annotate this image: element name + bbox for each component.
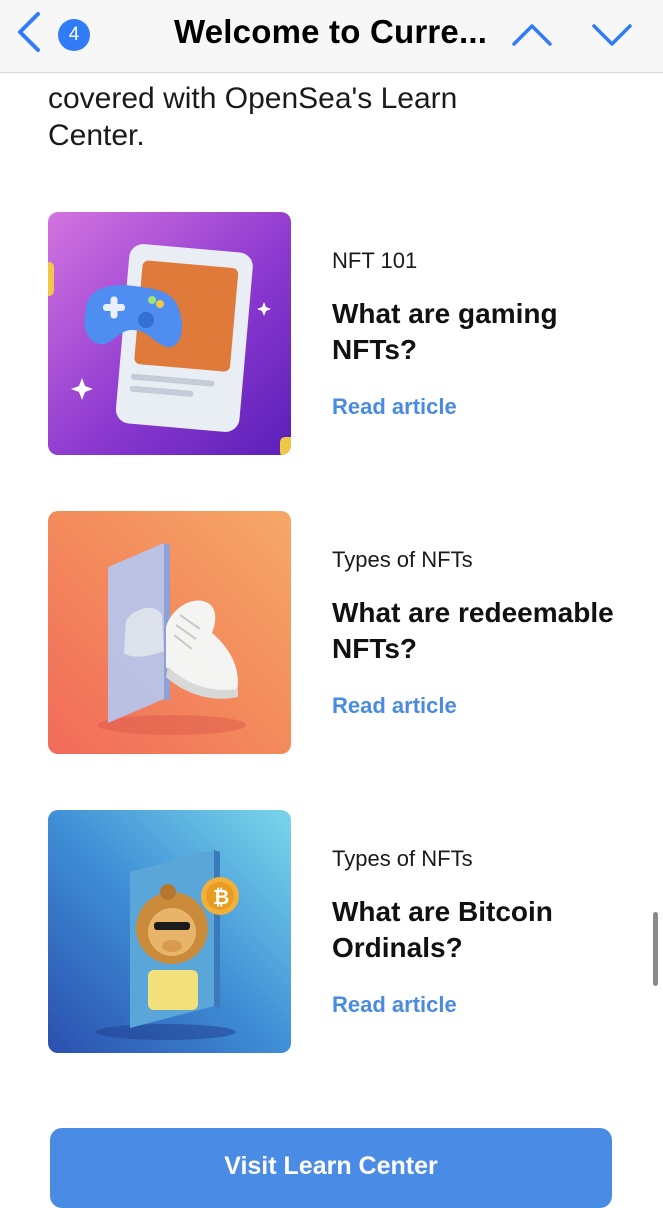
visit-learn-center-button[interactable]: Visit Learn Center — [50, 1128, 612, 1208]
chevron-left-icon — [18, 12, 40, 52]
read-article-link[interactable]: Read article — [332, 992, 457, 1018]
gaming-controller-card-icon[interactable] — [48, 212, 291, 455]
article-category: NFT 101 — [332, 248, 418, 273]
read-article-link[interactable]: Read article — [332, 693, 457, 719]
next-message-button[interactable] — [590, 20, 634, 50]
article-card[interactable]: Types of NFTs What are redeemable NFTs? … — [48, 511, 628, 755]
article-card[interactable]: ₿ Types of NFTs What are Bitcoin Ordinal… — [48, 810, 628, 1054]
article-title[interactable]: What are redeemable NFTs? — [332, 595, 632, 667]
svg-text:₿: ₿ — [213, 885, 229, 909]
previous-message-button[interactable] — [510, 20, 554, 50]
article-category: Types of NFTs — [332, 846, 473, 871]
chevron-down-icon — [592, 24, 632, 46]
sneaker-card-icon[interactable] — [48, 511, 291, 754]
read-article-link[interactable]: Read article — [332, 394, 457, 420]
unread-count-badge: 4 — [58, 19, 90, 51]
article-card[interactable]: NFT 101 What are gaming NFTs? Read artic… — [48, 212, 628, 456]
article-category: Types of NFTs — [332, 547, 473, 572]
article-title[interactable]: What are Bitcoin Ordinals? — [332, 894, 632, 966]
intro-text: covered with OpenSea's Learn Center. — [48, 82, 458, 152]
nav-bar: 4 Welcome to Curre... — [0, 0, 663, 73]
article-title[interactable]: What are gaming NFTs? — [332, 296, 632, 368]
lion-bitcoin-card-icon[interactable]: ₿ — [48, 810, 291, 1053]
page-title: Welcome to Curre... — [174, 13, 488, 50]
chevron-up-icon — [512, 24, 552, 46]
scrollbar-thumb[interactable] — [653, 912, 658, 986]
back-button[interactable] — [10, 10, 50, 54]
